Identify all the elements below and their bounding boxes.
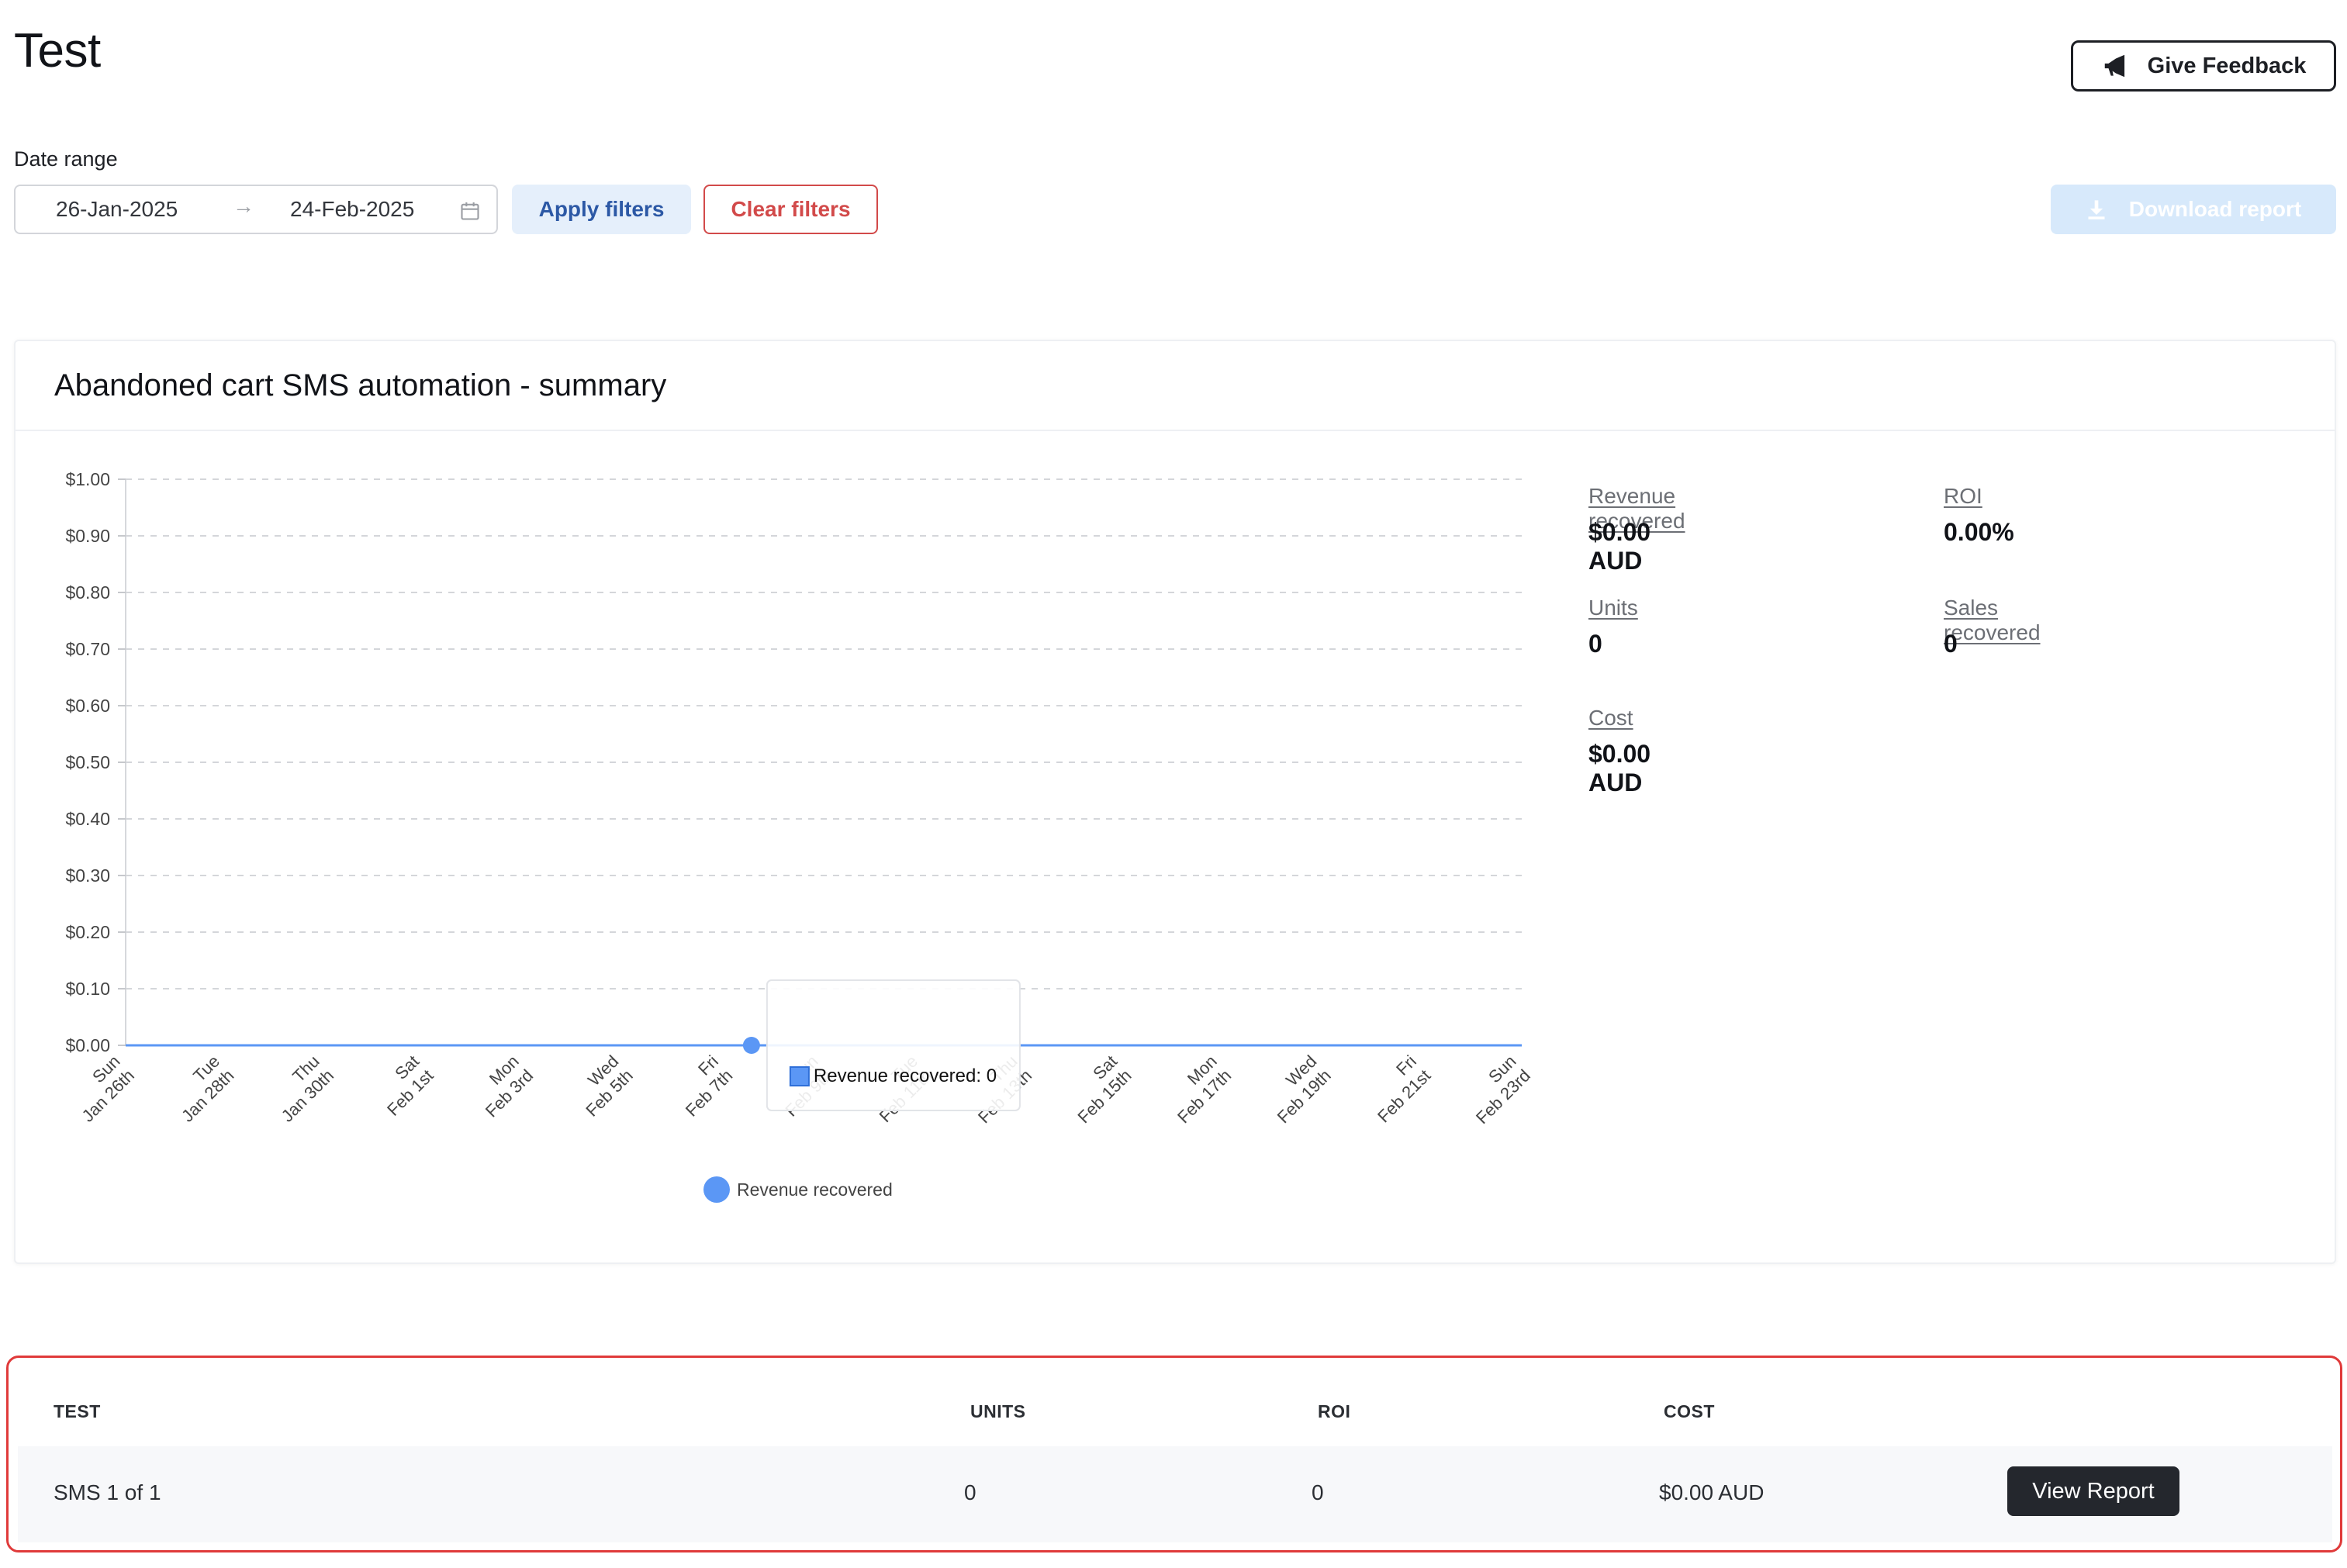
x-tick-label: MonFeb 3rd <box>468 1052 537 1121</box>
y-tick-label: $0.80 <box>65 582 110 603</box>
data-point <box>267 1042 273 1048</box>
data-point <box>459 1042 465 1048</box>
data-point <box>363 1042 369 1048</box>
y-tick-label: $0.90 <box>65 526 110 546</box>
download-icon <box>2088 200 2105 219</box>
x-tick-label: SatFeb 1st <box>369 1052 437 1120</box>
stat-units-label[interactable]: Units <box>1588 596 1638 620</box>
y-tick-label: $0.50 <box>65 752 110 772</box>
column-header-units: UNITS <box>970 1401 1026 1421</box>
stat-units-value: 0 <box>1588 630 1602 658</box>
data-point <box>556 1042 562 1048</box>
data-point <box>1230 1042 1236 1048</box>
cell-test-name: SMS 1 of 1 <box>54 1480 161 1504</box>
y-tick-label: $1.00 <box>65 469 110 489</box>
x-tick-label: MonFeb 17th <box>1160 1052 1235 1127</box>
download-report-label: Download report <box>2128 197 2302 221</box>
summary-card: Abandoned cart SMS automation - summary … <box>14 340 2336 1264</box>
x-tick-label: TueJan 28th <box>164 1052 238 1126</box>
data-point <box>508 1042 514 1048</box>
x-tick-label: WedFeb 19th <box>1259 1052 1334 1127</box>
apply-filters-button[interactable]: Apply filters <box>512 185 691 234</box>
tooltip-swatch <box>789 1066 810 1086</box>
stat-cost-value: $0.00 AUD <box>1588 740 1651 796</box>
megaphone-icon <box>2104 54 2124 78</box>
y-tick-label: $0.10 <box>65 979 110 999</box>
data-point <box>604 1042 610 1048</box>
stat-sales-recovered-label[interactable]: Sales recovered <box>1944 596 2041 645</box>
calendar-icon[interactable] <box>459 200 481 222</box>
data-point <box>1326 1042 1333 1048</box>
cell-roi: 0 <box>1312 1480 1324 1504</box>
stat-roi-label[interactable]: ROI <box>1944 484 1982 509</box>
give-feedback-label: Give Feedback <box>2147 53 2307 78</box>
y-tick-label: $0.40 <box>65 809 110 829</box>
x-tick-label: SunJan 26th <box>64 1052 138 1126</box>
data-point <box>123 1042 129 1048</box>
y-tick-label: $0.00 <box>65 1035 110 1055</box>
test-results-table: TEST UNITS ROI COST SMS 1 of 1 0 0 $0.00… <box>6 1356 2342 1552</box>
stat-sales-recovered-value: 0 <box>1944 630 1958 658</box>
data-point <box>1278 1042 1284 1048</box>
revenue-line-chart: $1.00 $0.90 $0.80 $0.70 $0.60 $0.50 $0.40 $0.30… <box>64 469 1534 1203</box>
data-point <box>742 1037 760 1054</box>
data-point <box>1133 1042 1139 1048</box>
x-tick-label: FriFeb 21st <box>1360 1052 1435 1127</box>
x-tick-label: SunFeb 23rd <box>1458 1052 1534 1128</box>
data-point <box>1422 1042 1429 1048</box>
data-point <box>1519 1042 1525 1048</box>
data-point <box>700 1042 707 1048</box>
data-point <box>219 1042 225 1048</box>
stat-cost-label[interactable]: Cost <box>1588 706 1633 730</box>
clear-filters-button[interactable]: Clear filters <box>703 185 878 234</box>
data-point <box>652 1042 658 1048</box>
table-row <box>18 1446 2332 1542</box>
end-date-input[interactable]: 24-Feb-2025 <box>290 197 414 222</box>
cell-cost: $0.00 AUD <box>1659 1480 1765 1504</box>
date-range-picker[interactable]: 26-Jan-2025 → 24-Feb-2025 <box>14 185 498 234</box>
arrow-right-icon: → <box>233 194 254 218</box>
stat-roi-value: 0.00% <box>1944 518 2014 546</box>
chart-tooltip <box>766 979 1021 1111</box>
y-tick-label: $0.60 <box>65 696 110 716</box>
data-point <box>315 1042 321 1048</box>
cell-units: 0 <box>964 1480 976 1504</box>
data-point <box>1085 1042 1091 1048</box>
column-header-roi: ROI <box>1318 1401 1351 1421</box>
legend-label-revenue-recovered: Revenue recovered <box>737 1179 893 1200</box>
data-point <box>411 1042 417 1048</box>
give-feedback-button[interactable]: Give Feedback <box>2071 40 2336 92</box>
column-header-cost: COST <box>1664 1401 1715 1421</box>
y-tick-label: $0.70 <box>65 639 110 659</box>
data-point <box>1037 1042 1043 1048</box>
data-point <box>1471 1042 1477 1048</box>
x-tick-label: ThuJan 30th <box>263 1052 337 1126</box>
y-tick-label: $0.20 <box>65 922 110 942</box>
data-point <box>1182 1042 1188 1048</box>
x-tick-label: FriFeb 7th <box>668 1052 737 1121</box>
start-date-input[interactable]: 26-Jan-2025 <box>56 197 178 222</box>
x-tick-label: WedFeb 5th <box>568 1052 637 1121</box>
page-title: Test <box>14 24 101 78</box>
y-tick-label: $0.30 <box>65 865 110 886</box>
download-report-button[interactable]: Download report <box>2051 185 2336 234</box>
date-range-label: Date range <box>14 147 118 171</box>
tooltip-text: Revenue recovered: 0 <box>814 1065 997 1086</box>
data-point <box>171 1042 177 1048</box>
stat-revenue-recovered-value: $0.00 AUD <box>1588 518 1651 575</box>
data-point <box>1374 1042 1381 1048</box>
x-tick-label: SatFeb 15th <box>1059 1052 1135 1127</box>
column-header-test: TEST <box>54 1401 101 1421</box>
legend-swatch-revenue-recovered <box>703 1176 730 1203</box>
view-report-button[interactable]: View Report <box>2007 1466 2179 1516</box>
